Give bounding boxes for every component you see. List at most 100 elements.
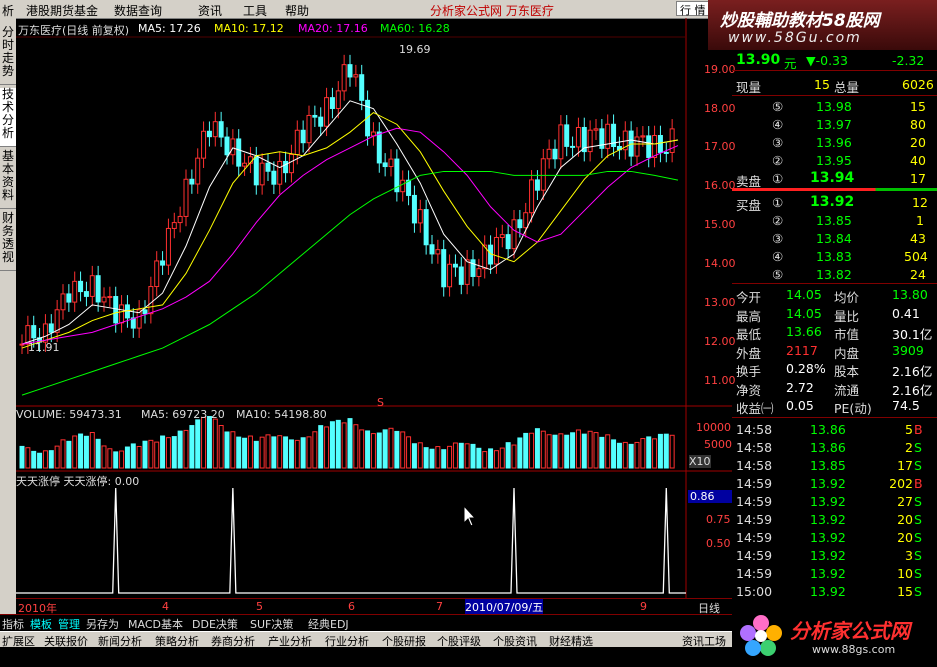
bid-price-1: 13.92 — [810, 194, 855, 210]
date-tick-2: 5 — [256, 600, 263, 613]
menu-item-0[interactable]: 析 — [2, 2, 14, 19]
volume-bar — [171, 436, 177, 469]
tick-volume: 10 — [897, 566, 913, 581]
high-marker: 19.69 — [399, 43, 431, 56]
tick-side: B — [914, 422, 923, 437]
volume-bar — [347, 418, 353, 469]
stat-label: 今开 — [736, 290, 762, 305]
volume-bar — [119, 450, 125, 469]
volume-bar — [130, 443, 136, 469]
candle-body — [406, 179, 412, 196]
tab-manage[interactable]: 管理 — [58, 616, 80, 632]
candle-body — [154, 260, 160, 288]
bid-price-3: 13.84 — [816, 231, 852, 246]
volume-bar — [72, 435, 78, 469]
candle-body — [236, 138, 242, 167]
menu-item-futures[interactable]: 港股期货基金 — [26, 2, 98, 19]
tick-volume: 15 — [897, 584, 913, 599]
candle-body — [83, 291, 89, 297]
bid-level-1: ① — [772, 195, 784, 210]
candle-body — [101, 296, 107, 303]
tick-time: 14:59 — [736, 530, 773, 545]
menu-item-help[interactable]: 帮助 — [285, 2, 309, 19]
volume-bar — [406, 436, 412, 469]
tab-indicator[interactable]: 指标 — [2, 616, 24, 632]
bid-level-3: ③ — [772, 231, 784, 246]
template-tab-bar: 指标 模板 管理 另存为 MACD基本 DDE决策 SUF决策 经典EDJ — [0, 614, 732, 632]
volume-bar — [411, 443, 417, 469]
volume-bar — [517, 437, 523, 469]
volume-bar — [335, 419, 341, 469]
volume-bar — [546, 434, 552, 469]
tick-price: 13.86 — [810, 440, 846, 455]
tick-price: 13.92 — [810, 548, 846, 563]
tab-intraday[interactable]: 分时走势 — [0, 26, 16, 85]
stat-value: 13.66 — [786, 324, 822, 339]
indicator-title: 天天涨停 天天涨停: 0.00 — [16, 475, 140, 488]
volume-bar — [136, 445, 142, 469]
tab-macd[interactable]: MACD基本 — [128, 616, 183, 632]
candle-body — [113, 296, 119, 324]
tick-volume: 3 — [905, 548, 913, 563]
candle-body — [224, 136, 230, 156]
tab-save-as[interactable]: 另存为 — [86, 616, 119, 632]
candle-body — [107, 296, 113, 299]
signal-s-marker: S — [377, 396, 384, 409]
candle-body — [534, 179, 540, 191]
candle-body — [160, 260, 166, 266]
tab-dde[interactable]: DDE决策 — [192, 616, 238, 632]
tab-technical[interactable]: 技术分析 — [0, 88, 16, 147]
tick-side: S — [914, 494, 922, 509]
total-volume: 6026 — [902, 77, 934, 92]
price-change: ▼-0.33 — [806, 53, 848, 68]
volume-bar — [564, 434, 570, 469]
volume-bar — [435, 446, 441, 469]
tab-profile[interactable]: 基本资料 — [0, 150, 16, 209]
candle-body — [452, 263, 458, 268]
candle-body — [335, 90, 341, 109]
candle-body — [652, 135, 658, 158]
candle-body — [54, 309, 60, 333]
menu-item-news[interactable]: 资讯 — [198, 2, 222, 19]
candle-body — [265, 162, 271, 172]
stat-value: 0.28% — [786, 361, 826, 376]
stat-label: 换手 — [736, 364, 762, 379]
ma10-label: MA10: 17.12 — [214, 22, 284, 35]
volume-bar — [575, 429, 581, 469]
volume-bar — [652, 438, 658, 469]
tick-side: S — [914, 458, 922, 473]
stat-value: 2117 — [786, 342, 818, 358]
candle-body — [142, 309, 148, 315]
candle-body — [347, 64, 353, 78]
tab-template[interactable]: 模板 — [30, 616, 52, 632]
watermark-banner: 炒股輔助教材58股网 www.58Gu.com — [708, 0, 937, 50]
volume-bar — [306, 436, 312, 469]
candle-body — [558, 124, 564, 160]
tick-volume: 5 — [905, 422, 913, 437]
menu-item-tools[interactable]: 工具 — [243, 2, 267, 19]
candle-body — [417, 209, 423, 224]
candle-body — [201, 130, 207, 159]
menu-item-data-query[interactable]: 数据查询 — [114, 2, 162, 19]
tab-financial[interactable]: 财务透视 — [0, 212, 16, 271]
volume-title: VOLUME: 59473.31 — [16, 408, 122, 421]
date-tick-1: 4 — [162, 600, 169, 613]
kline-chart-area[interactable]: 万东医疗(日线 前复权) MA5: 17.26 MA10: 17.12 MA20… — [16, 18, 736, 598]
stat-label: 最低 — [736, 327, 762, 342]
ind-tick-0: 0.75 — [706, 513, 731, 526]
kline-chart-svg — [16, 18, 732, 598]
tick-side: S — [914, 512, 922, 527]
volume-bar — [605, 434, 611, 469]
tick-volume: 17 — [897, 458, 913, 473]
volume-bar — [470, 443, 476, 469]
volume-bar — [359, 429, 365, 469]
ask-price-1: 13.94 — [810, 170, 855, 186]
volume-bar — [195, 419, 201, 469]
price-tick-2: 17.00 — [704, 140, 736, 153]
tab-suf[interactable]: SUF决策 — [250, 616, 293, 632]
volume-bar — [236, 436, 242, 469]
volume-bar — [423, 447, 429, 469]
tab-edj[interactable]: 经典EDJ — [308, 616, 349, 632]
candle-body — [78, 280, 84, 293]
ask-volume-5: 15 — [910, 99, 926, 114]
